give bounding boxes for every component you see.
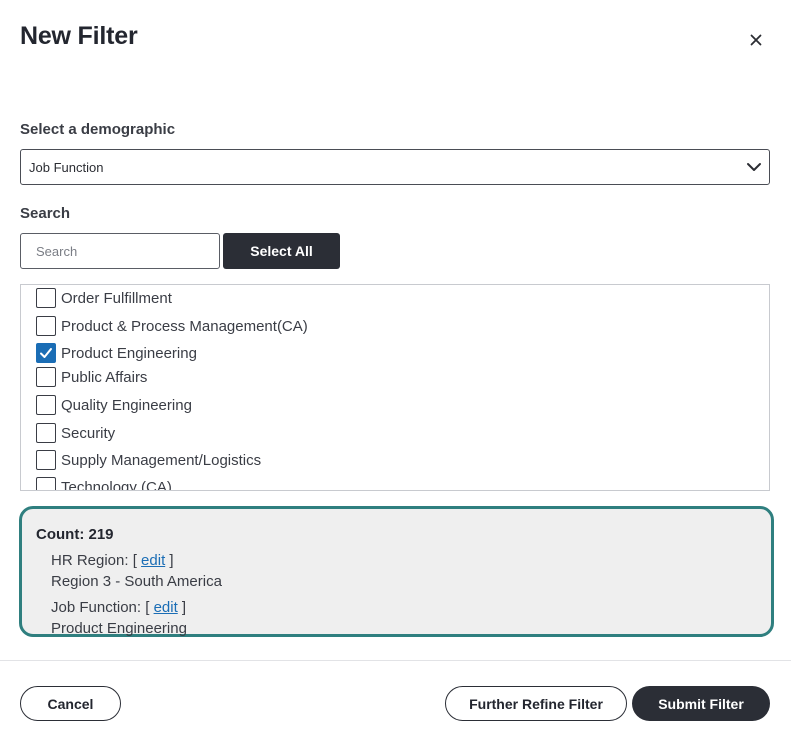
demographic-selected-value: Job Function: [29, 160, 104, 175]
criterion-job-function: Job Function: [ edit ]: [51, 599, 186, 616]
criterion-hr-region: HR Region: [ edit ]: [51, 552, 174, 569]
filter-summary: Count: 219 HR Region: [ edit ] Region 3 …: [19, 506, 774, 637]
checkbox[interactable]: [36, 423, 56, 443]
close-icon[interactable]: [746, 30, 766, 50]
option-label: Supply Management/Logistics: [61, 451, 262, 469]
option-label: Quality Engineering: [61, 396, 192, 414]
criterion-bracket: ]: [177, 599, 187, 616]
option-label: Security: [61, 424, 116, 442]
option-label: Public Affairs: [61, 368, 148, 386]
demographic-select[interactable]: Job Function: [20, 149, 770, 185]
dialog-title: New Filter: [20, 22, 138, 50]
criterion-name: Job Function: [: [51, 599, 154, 616]
new-filter-dialog: New Filter Select a demographic Job Func…: [0, 0, 791, 744]
criterion-name: HR Region: [: [51, 552, 142, 569]
list-item[interactable]: Public Affairs: [36, 366, 147, 388]
search-label: Search: [20, 205, 71, 222]
footer-divider: [0, 660, 791, 661]
select-all-button[interactable]: Select All: [223, 233, 340, 269]
list-item[interactable]: Security: [36, 422, 115, 444]
checkbox[interactable]: [36, 450, 56, 470]
option-label: Order Fulfillment: [61, 289, 172, 307]
list-item[interactable]: Order Fulfillment: [36, 287, 172, 309]
edit-link[interactable]: edit: [141, 552, 165, 569]
further-refine-filter-button[interactable]: Further Refine Filter: [445, 686, 627, 721]
demographic-label: Select a demographic: [20, 121, 176, 138]
option-label: Product Engineering: [61, 344, 197, 362]
criterion-bracket: ]: [165, 552, 174, 569]
search-input[interactable]: [20, 233, 220, 269]
edit-link[interactable]: edit: [154, 599, 178, 616]
criterion-value: Product Engineering: [51, 620, 187, 637]
checkbox[interactable]: [36, 316, 56, 336]
option-label: Technology (CA): [61, 478, 172, 491]
checkbox[interactable]: [36, 395, 56, 415]
checkbox-checked[interactable]: [36, 343, 56, 363]
count-label: Count: 219: [36, 526, 114, 543]
cancel-button[interactable]: Cancel: [20, 686, 121, 721]
checkbox[interactable]: [36, 288, 56, 308]
submit-filter-button[interactable]: Submit Filter: [632, 686, 770, 721]
list-item[interactable]: Supply Management/Logistics: [36, 449, 261, 471]
checkmark-icon: [40, 348, 52, 358]
option-list[interactable]: Order Fulfillment Product & Process Mana…: [20, 284, 770, 491]
checkbox[interactable]: [36, 367, 56, 387]
criterion-value: Region 3 - South America: [51, 573, 222, 590]
chevron-down-icon: [745, 158, 763, 176]
list-item[interactable]: Product Engineering: [36, 342, 197, 364]
list-item[interactable]: Quality Engineering: [36, 394, 192, 416]
option-label: Product & Process Management(CA): [61, 317, 308, 335]
list-item[interactable]: Technology (CA): [36, 476, 172, 491]
checkbox[interactable]: [36, 477, 56, 490]
list-item[interactable]: Product & Process Management(CA): [36, 315, 308, 337]
